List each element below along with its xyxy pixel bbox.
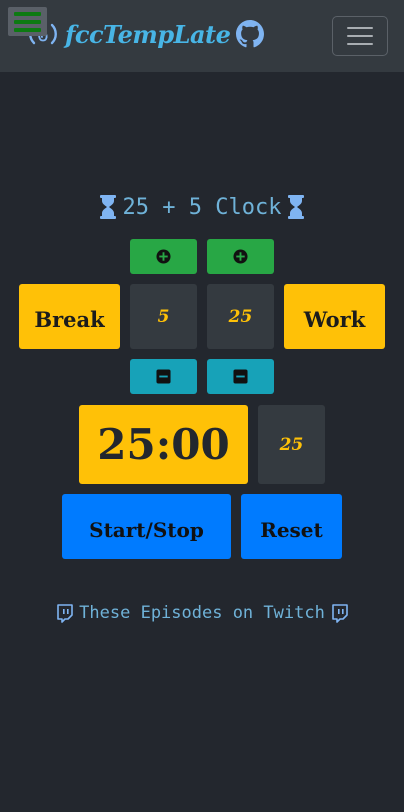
hourglass-icon (99, 195, 116, 219)
plus-circle-icon (233, 249, 248, 264)
twitch-link-text: These Episodes on Twitch (79, 603, 325, 623)
work-length-value: 25 (207, 284, 274, 349)
work-decrement-button[interactable] (207, 359, 274, 394)
github-icon[interactable] (236, 20, 265, 48)
reset-button[interactable]: Reset (241, 494, 342, 559)
minus-square-icon (156, 369, 171, 384)
menu-icon[interactable] (8, 7, 47, 36)
twitch-link[interactable]: These Episodes on Twitch (0, 600, 404, 626)
work-increment-button[interactable] (207, 239, 274, 274)
start-stop-button[interactable]: Start/Stop (62, 494, 231, 559)
minus-square-icon (233, 369, 248, 384)
timer-display: 25:00 (79, 405, 248, 484)
navbar-toggle-button[interactable] (332, 16, 388, 56)
plus-circle-icon (156, 249, 171, 264)
twitch-icon (57, 603, 73, 623)
break-length-value: 5 (130, 284, 197, 349)
break-decrement-button[interactable] (130, 359, 197, 394)
twitch-icon (332, 603, 348, 623)
clock-title: 25 + 5 Clock (0, 192, 404, 222)
break-increment-button[interactable] (130, 239, 197, 274)
work-button[interactable]: Work (284, 284, 385, 349)
session-value: 25 (258, 405, 325, 484)
hourglass-icon (288, 195, 305, 219)
break-button[interactable]: Break (19, 284, 120, 349)
brand[interactable]: fccTempLate (27, 14, 265, 54)
clock-title-text: 25 + 5 Clock (122, 194, 282, 220)
navbar: fccTempLate (0, 0, 404, 72)
brand-name: fccTempLate (65, 19, 231, 49)
